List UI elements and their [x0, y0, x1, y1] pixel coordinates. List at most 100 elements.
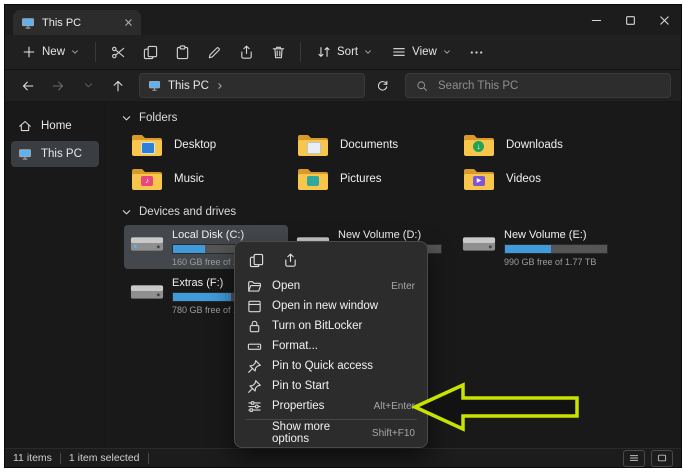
sidebar-item-home[interactable]: Home	[11, 113, 99, 139]
pc-monitor-icon	[22, 17, 34, 29]
menu-item-pin-to-quick-access[interactable]: Pin to Quick access	[239, 356, 423, 376]
folder-tile-documents[interactable]: Documents	[290, 129, 448, 161]
pictures-folder-icon	[296, 166, 330, 192]
new-button[interactable]: New	[13, 38, 88, 66]
more-options-button[interactable]	[462, 38, 492, 66]
sort-button[interactable]: Sort	[308, 38, 381, 66]
view-button[interactable]: View	[383, 38, 460, 66]
sidebar-item-label: Home	[41, 120, 72, 132]
copy-button[interactable]	[135, 38, 165, 66]
menu-item-format[interactable]: Format...	[239, 336, 423, 356]
explorer-tab[interactable]: This PC	[13, 10, 141, 35]
thumbnail-view-toggle-icon[interactable]	[651, 449, 673, 467]
cut-icon	[111, 46, 124, 58]
folder-tile-videos[interactable]: ▶ Videos	[456, 163, 614, 195]
view-button-label: View	[412, 46, 437, 58]
paste-icon	[176, 44, 188, 59]
drives-section-header[interactable]: Devices and drives	[122, 203, 681, 221]
ellipsis-icon	[471, 50, 483, 54]
folder-tile-desktop[interactable]: Desktop	[124, 129, 282, 161]
menu-shortcut: Shift+F10	[371, 427, 415, 439]
tab-close-icon[interactable]	[124, 18, 133, 27]
context-menu-icon-row	[239, 246, 423, 276]
menu-item-properties[interactable]: Properties Alt+Enter	[239, 396, 423, 416]
sidebar: Home This PC	[5, 101, 106, 448]
hard-drive-icon	[130, 237, 164, 251]
downloads-folder-icon: ↓	[462, 132, 496, 158]
back-button[interactable]	[15, 73, 41, 99]
drive-tile-e[interactable]: New Volume (E:) 990 GB free of 1.77 TB	[456, 225, 620, 269]
menu-item-turn-on-bitlocker[interactable]: Turn on BitLocker	[239, 316, 423, 336]
trash-icon	[272, 46, 284, 58]
videos-folder-icon: ▶	[462, 166, 496, 192]
hard-drive-icon	[462, 237, 496, 251]
selection-count: 1 item selected	[68, 452, 140, 464]
refresh-button[interactable]	[369, 73, 395, 99]
pictures-badge	[307, 176, 319, 186]
drive-name: Local Disk (C:)	[172, 229, 245, 241]
windows-flag-icon	[133, 244, 137, 248]
window-controls	[579, 5, 681, 35]
share-button[interactable]	[275, 248, 305, 272]
file-explorer-window: This PC New Sort View This PC Search Thi…	[4, 4, 682, 468]
chevron-down-icon	[71, 48, 79, 56]
folder-name: Downloads	[506, 139, 563, 151]
chevron-down-icon	[122, 209, 131, 214]
close-button[interactable]	[647, 5, 681, 35]
menu-item-label: Open	[272, 280, 301, 292]
menu-separator	[245, 419, 417, 420]
music-badge: ♪	[141, 176, 153, 186]
cut-button[interactable]	[103, 38, 133, 66]
menu-icon-spacer	[247, 426, 262, 441]
folder-tile-pictures[interactable]: Pictures	[290, 163, 448, 195]
sort-button-label: Sort	[337, 46, 359, 58]
folders-section-label: Folders	[139, 112, 178, 124]
menu-shortcut: Enter	[391, 280, 415, 292]
rename-button[interactable]	[199, 38, 229, 66]
paste-button[interactable]	[167, 38, 197, 66]
sidebar-item-this-pc[interactable]: This PC	[11, 141, 99, 167]
folder-name: Videos	[506, 173, 541, 185]
search-input[interactable]	[436, 78, 660, 93]
chevron-right-icon[interactable]	[216, 82, 224, 90]
menu-item-open[interactable]: Open Enter	[239, 276, 423, 296]
search-box[interactable]	[405, 73, 671, 98]
pin-icon	[247, 379, 262, 394]
documents-folder-icon	[296, 132, 330, 158]
folders-section-header[interactable]: Folders	[122, 109, 681, 127]
share-icon	[240, 45, 252, 59]
sort-icon	[318, 47, 330, 57]
copy-button[interactable]	[241, 248, 271, 272]
breadcrumb[interactable]: This PC	[168, 80, 209, 92]
folder-name: Pictures	[340, 173, 382, 185]
menu-item-show-more-options[interactable]: Show more options Shift+F10	[239, 421, 423, 445]
menu-item-open-new-window[interactable]: Open in new window	[239, 296, 423, 316]
item-count: 11 items	[13, 452, 52, 464]
maximize-button[interactable]	[613, 5, 647, 35]
music-folder-icon: ♪	[130, 166, 164, 192]
share-button[interactable]	[231, 38, 261, 66]
open-icon	[247, 279, 262, 294]
delete-button[interactable]	[263, 38, 293, 66]
up-button[interactable]	[105, 73, 131, 99]
address-bar[interactable]: This PC	[139, 73, 365, 98]
tab-title: This PC	[42, 16, 82, 29]
menu-item-pin-to-start[interactable]: Pin to Start	[239, 376, 423, 396]
folder-tile-downloads[interactable]: ↓ Downloads	[456, 129, 614, 161]
chevron-down-icon	[364, 48, 372, 56]
title-bar: This PC	[5, 5, 681, 35]
menu-shortcut: Alt+Enter	[373, 400, 415, 412]
hard-drive-icon	[130, 285, 164, 299]
refresh-icon	[377, 80, 387, 91]
drives-section-label: Devices and drives	[139, 206, 237, 218]
chevron-down-icon	[443, 48, 451, 56]
command-toolbar: New Sort View	[5, 35, 681, 70]
capacity-bar	[504, 244, 608, 254]
details-view-toggle-icon[interactable]	[623, 449, 645, 467]
context-menu: Open Enter Open in new window Turn on Bi…	[234, 241, 428, 448]
folder-tile-music[interactable]: ♪ Music	[124, 163, 282, 195]
minimize-button[interactable]	[579, 5, 613, 35]
forward-button[interactable]	[45, 73, 71, 99]
home-icon	[19, 120, 31, 132]
recent-locations-button[interactable]	[75, 73, 101, 99]
